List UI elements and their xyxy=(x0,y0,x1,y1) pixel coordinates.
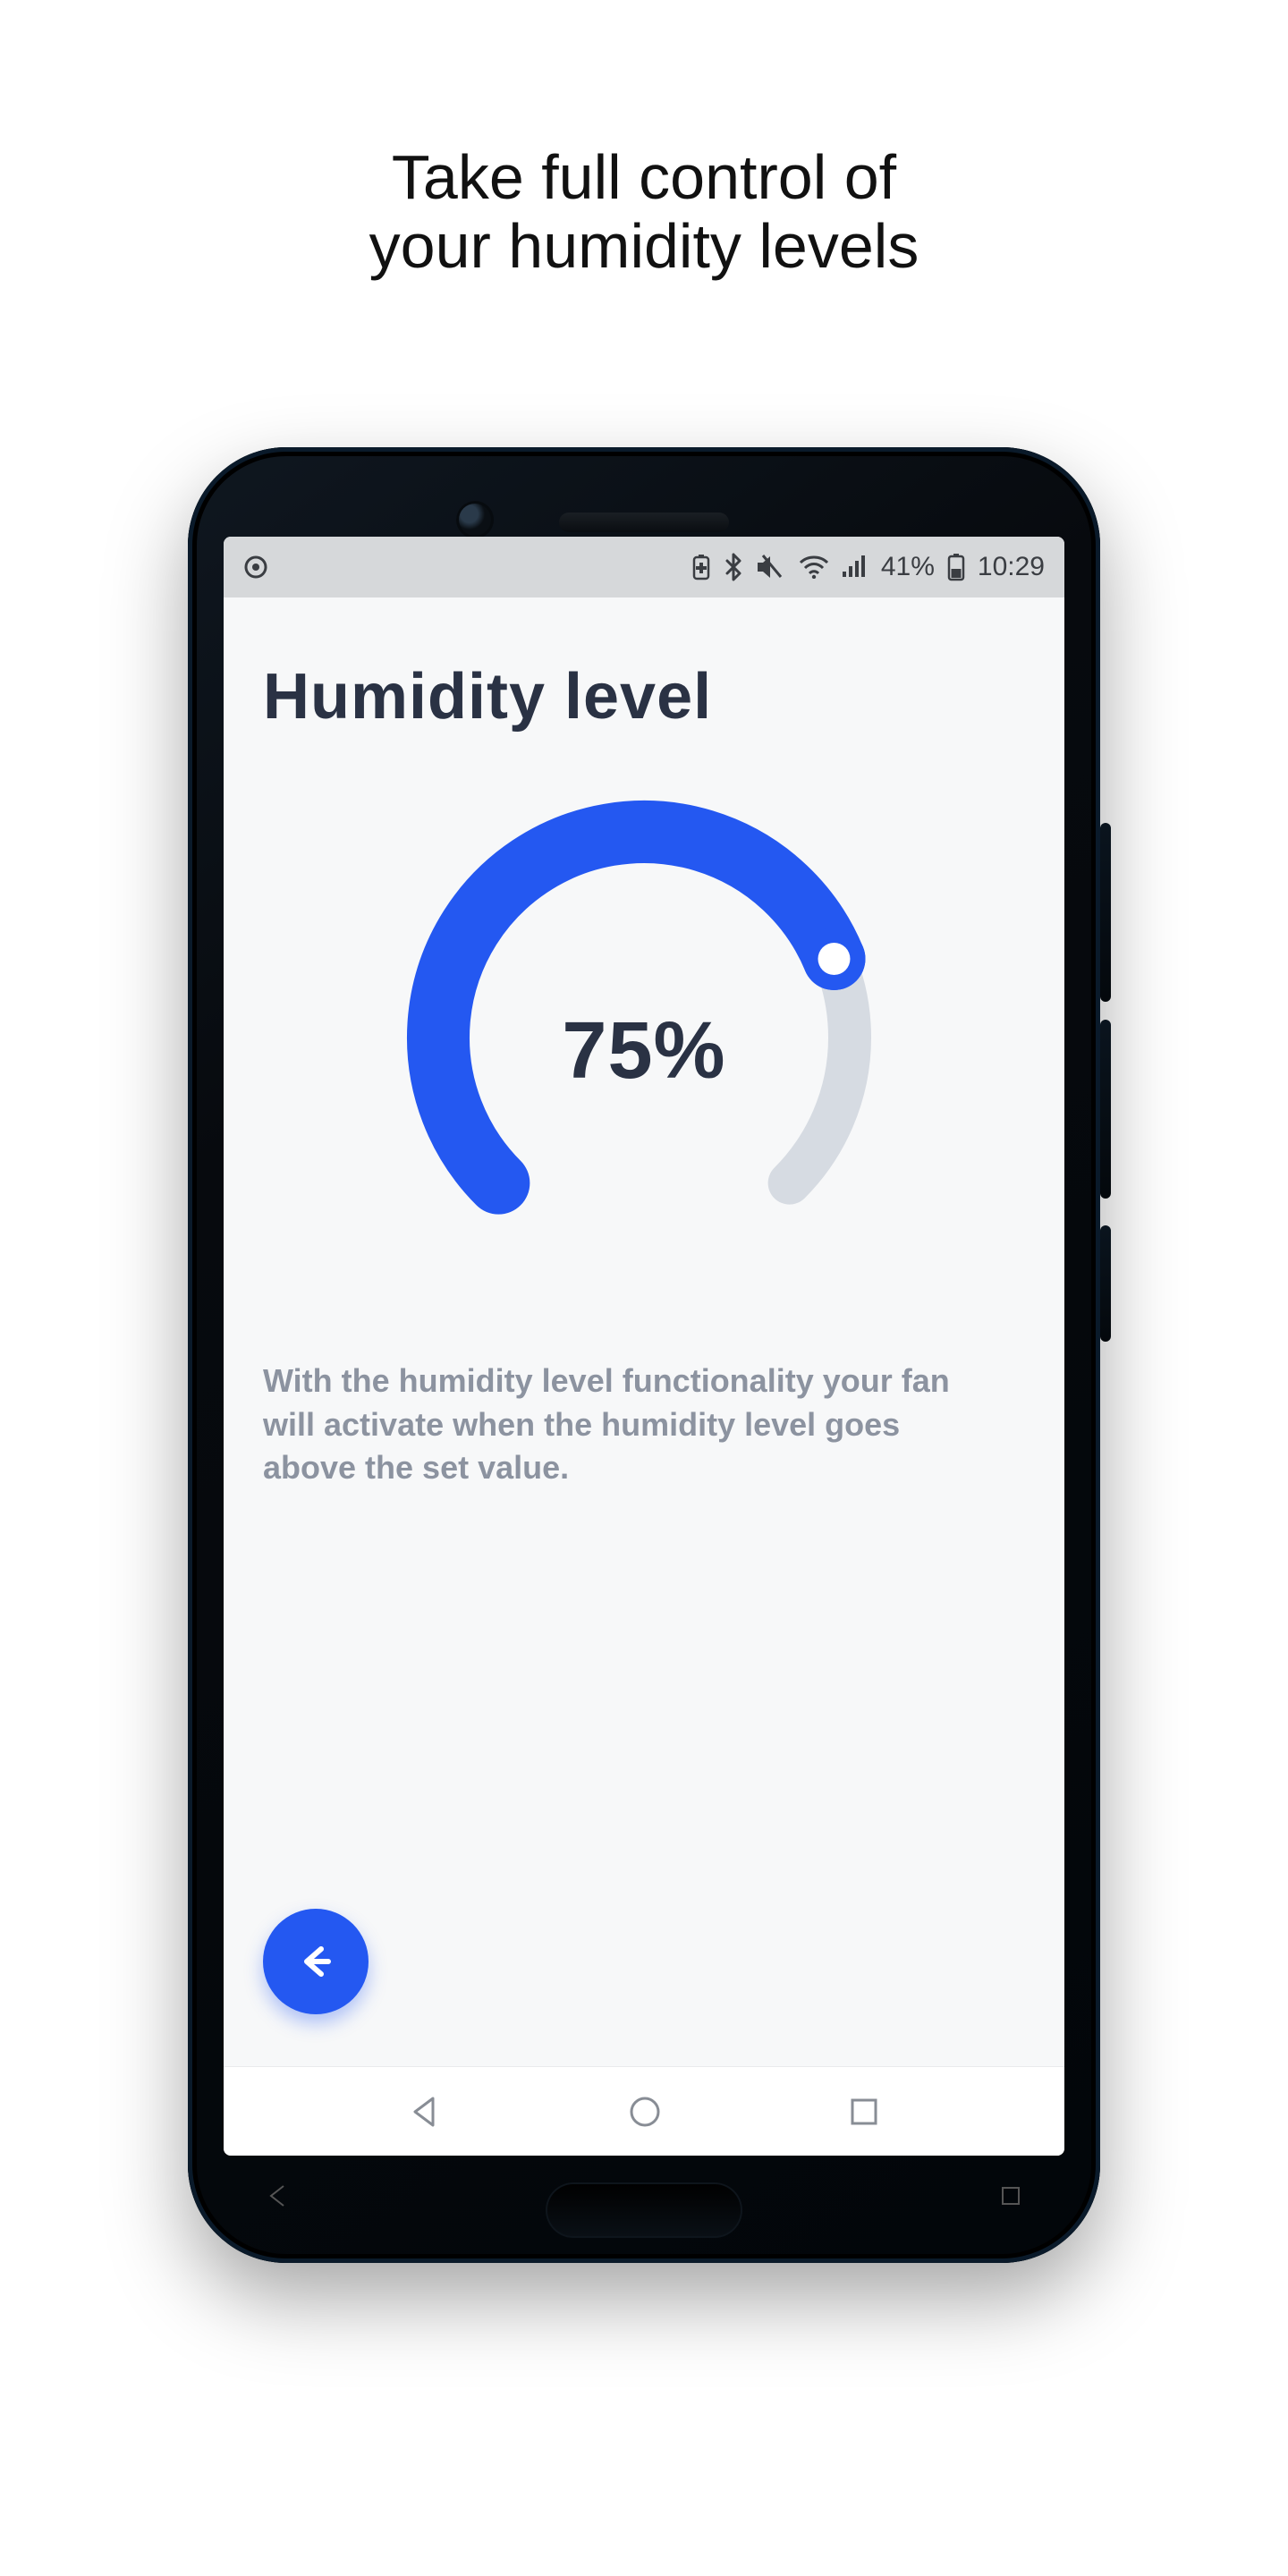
battery-icon xyxy=(947,553,965,581)
phone-frame: 41% 10:29 Humidity level 75% xyxy=(188,447,1100,2263)
phone-cap-recent-icon xyxy=(997,2182,1024,2209)
phone-earpiece xyxy=(559,513,729,532)
humidity-gauge[interactable]: 75% xyxy=(367,760,921,1315)
wifi-icon xyxy=(799,555,829,579)
app-content: Humidity level 75% With the humidity lev… xyxy=(224,597,1064,2066)
phone-screen: 41% 10:29 Humidity level 75% xyxy=(224,537,1064,2156)
phone-side-button xyxy=(1100,1225,1111,1342)
nav-back-icon[interactable] xyxy=(406,2093,444,2131)
humidity-value: 75% xyxy=(367,760,921,1315)
status-clock: 10:29 xyxy=(978,552,1045,582)
humidity-description: With the humidity level functionality yo… xyxy=(263,1360,979,1490)
phone-home-button xyxy=(546,2182,742,2238)
battery-percent-text: 41% xyxy=(881,552,935,582)
gauge-container: 75% xyxy=(263,760,1025,1315)
headline-line-2: your humidity levels xyxy=(0,212,1288,281)
nav-home-icon[interactable] xyxy=(626,2093,664,2131)
carrier-circle-icon xyxy=(243,555,268,580)
status-bar: 41% 10:29 xyxy=(224,537,1064,597)
bluetooth-icon xyxy=(724,553,743,581)
phone-top-hardware xyxy=(188,479,1100,541)
android-nav-bar xyxy=(224,2066,1064,2156)
phone-cap-back-icon xyxy=(264,2182,291,2209)
phone-camera xyxy=(456,501,494,538)
phone-side-button xyxy=(1100,823,1111,1002)
marketing-headline: Take full control of your humidity level… xyxy=(0,143,1288,281)
volume-mute-icon xyxy=(756,554,786,580)
arrow-left-icon xyxy=(292,1938,339,1985)
nav-recent-icon[interactable] xyxy=(846,2094,882,2130)
back-button[interactable] xyxy=(263,1909,369,2014)
battery-saver-icon xyxy=(691,554,711,580)
phone-side-button xyxy=(1100,1020,1111,1199)
signal-icon xyxy=(842,555,869,579)
page-title: Humidity level xyxy=(263,660,1025,733)
headline-line-1: Take full control of xyxy=(0,143,1288,212)
